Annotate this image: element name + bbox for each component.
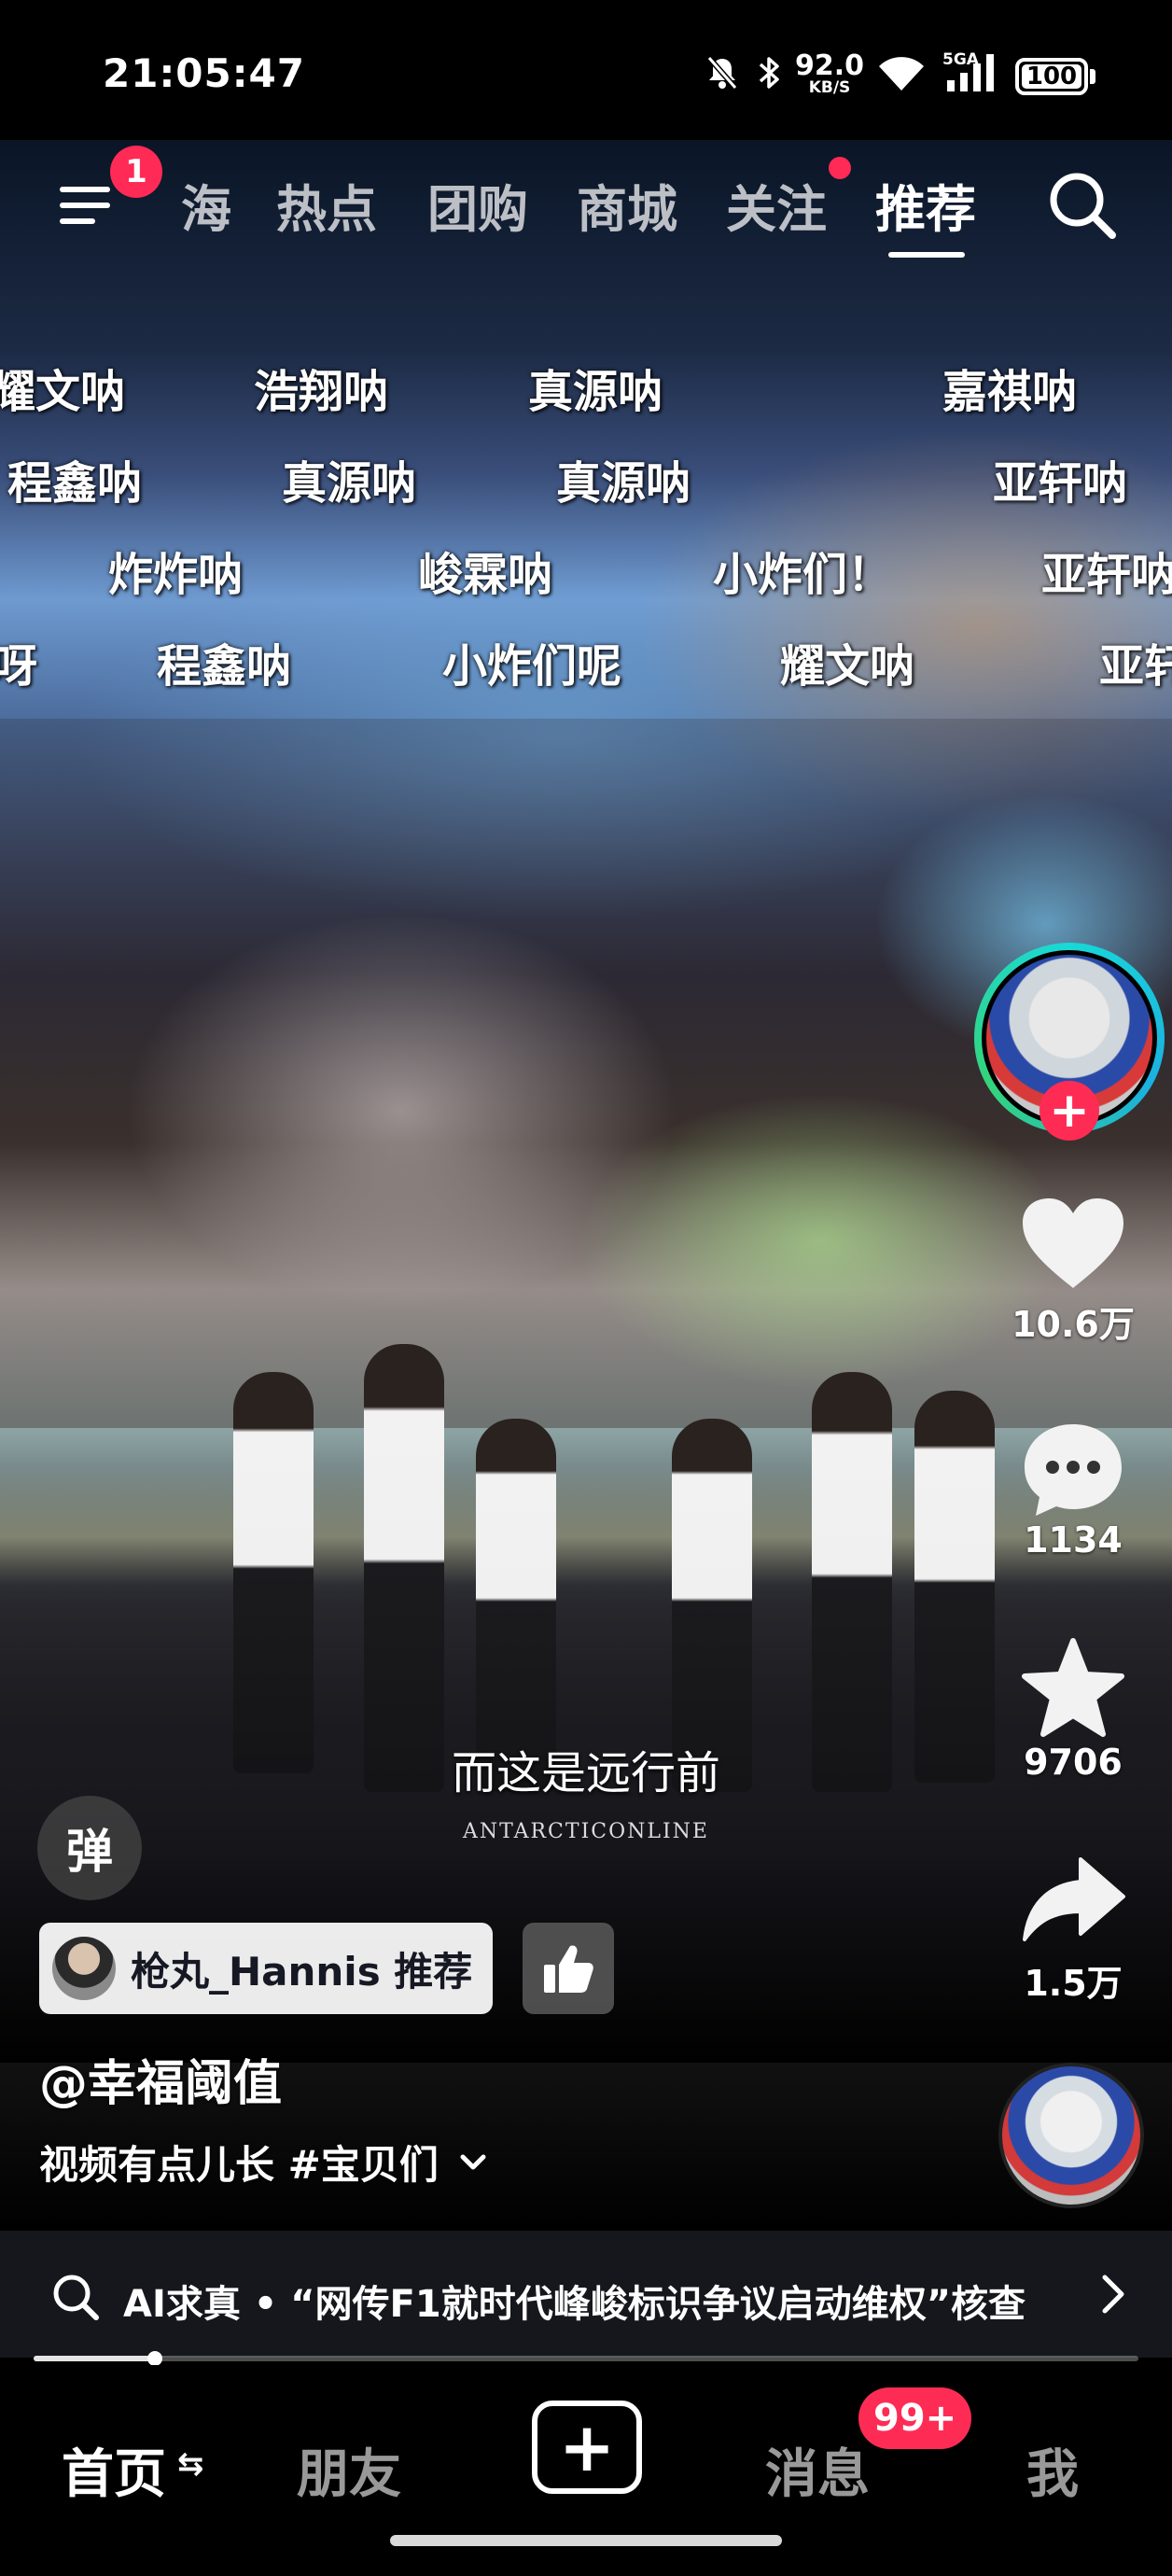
share-arrow-icon (1023, 1857, 1125, 1941)
danmaku-comment: 真源呐 (282, 457, 417, 510)
search-icon (50, 2272, 101, 2326)
video-caption[interactable]: 视频有点儿长 #宝贝们 (39, 2134, 487, 2191)
nav-messages[interactable]: 消息 (765, 2432, 870, 2508)
plus-icon: + (558, 2408, 616, 2486)
danmaku-comment: 亚轩呐 (993, 457, 1128, 510)
bluetooth-icon (754, 52, 786, 93)
ai-fact-check-text: AI求真 • “网传F1就时代峰峻标识争议启动维权”核查 (123, 2283, 1026, 2326)
active-tab-indicator (888, 252, 965, 258)
create-post-button[interactable]: + (532, 2401, 642, 2494)
danmaku-comment: 峻霖呐 (418, 549, 553, 601)
tab-group-buy[interactable]: 团购 (427, 168, 528, 242)
nav-home[interactable]: 首页 (62, 2432, 166, 2508)
danmaku-comment: 耀文呐 (0, 366, 126, 418)
comment-count: 1134 (1024, 1519, 1123, 1561)
chevron-right-icon (1099, 2274, 1127, 2318)
menu-notification-badge: 1 (110, 146, 162, 198)
tab-recommended[interactable]: 推荐 (875, 168, 976, 242)
caption-text: 视频有点儿长 #宝贝们 (39, 2142, 439, 2188)
performer (364, 1344, 444, 1792)
danmaku-comment: 嘉祺呐 (942, 366, 1078, 418)
heart-icon (1023, 1198, 1123, 1288)
status-time: 21:05:47 (103, 50, 305, 96)
video-watermark: ANTARCTICONLINE (463, 1820, 709, 1843)
home-indicator (390, 2535, 782, 2546)
mute-bell-icon (702, 52, 743, 93)
tab-trending[interactable]: 热点 (276, 168, 377, 242)
like-button[interactable]: 10.6万 (989, 1195, 1157, 1347)
search-icon[interactable] (1045, 168, 1120, 243)
video-progress-bar[interactable] (34, 2351, 1138, 2366)
tab-sea[interactable]: 海 (181, 168, 231, 242)
tab-following[interactable]: 关注 (726, 168, 827, 242)
cellular-signal-icon: 5GA (941, 50, 1000, 93)
danmaku-toggle-button[interactable]: 弹 (37, 1796, 142, 1900)
danmaku-comment: 耀文呐 (780, 640, 915, 693)
danmaku-comment: 炸炸呐 (108, 549, 244, 601)
danmaku-comment: 真源呐 (556, 457, 691, 510)
performer (812, 1372, 892, 1792)
recommend-thumbs-up-button[interactable] (523, 1923, 614, 2014)
danmaku-comment: 小炸们呢 (442, 640, 622, 693)
music-disc[interactable] (998, 2063, 1144, 2208)
share-button[interactable]: 1.5万 (989, 1854, 1157, 2006)
recommender-label: 枪丸_Hannis 推荐 (131, 1948, 473, 1995)
performer (233, 1372, 314, 1773)
danmaku-comment: 亚轩 (1099, 640, 1172, 693)
nav-friends[interactable]: 朋友 (297, 2432, 401, 2508)
video-subtitle: 而这是远行前 (451, 1747, 720, 1799)
home-switch-icon[interactable]: ⇆ (177, 2445, 204, 2483)
like-count: 10.6万 (1012, 1304, 1135, 1345)
ai-fact-check-bar[interactable]: AI求真 • “网传F1就时代峰峻标识争议启动维权”核查 (0, 2231, 1172, 2358)
danmaku-comment: 真源呐 (528, 366, 663, 418)
danmaku-comment: 呀 (0, 640, 38, 693)
menu-button[interactable] (54, 177, 119, 233)
danmaku-comment: 亚轩呐 (1041, 549, 1172, 601)
follow-plus-button[interactable]: + (1039, 1081, 1099, 1141)
video-progress-fill (34, 2356, 156, 2361)
bottom-navigation: 首页 ⇆ 朋友 + 消息 99+ 我 (0, 2365, 1172, 2576)
danmaku-comment: 程鑫呐 (7, 457, 143, 510)
tab-mall[interactable]: 商城 (577, 168, 677, 242)
recommender-avatar (52, 1937, 116, 2000)
following-dot-badge (829, 157, 851, 179)
battery-nub (1090, 69, 1095, 84)
chevron-down-icon[interactable] (459, 2153, 487, 2172)
thumbs-up-icon (544, 1945, 593, 1993)
wifi-icon (873, 52, 929, 93)
star-icon (1022, 1638, 1124, 1737)
nav-me[interactable]: 我 (1026, 2432, 1079, 2508)
battery-indicator: 100 (1015, 58, 1088, 95)
danmaku-comment: 程鑫呐 (157, 640, 292, 693)
video-progress-handle[interactable] (147, 2351, 163, 2366)
comment-button[interactable]: 1134 (989, 1419, 1157, 1561)
network-speed: 92.0 KB/S (795, 49, 865, 97)
recommender-chip[interactable]: 枪丸_Hannis 推荐 (39, 1923, 494, 2014)
top-navigation: 1 海 热点 团购 商城 关注 推荐 (0, 140, 1172, 271)
comment-bubble-icon (1025, 1424, 1122, 1516)
danmaku-comment: 浩翔呐 (254, 366, 389, 418)
status-bar: 21:05:47 92.0 KB/S 5GA 100 (0, 0, 1172, 140)
performer (914, 1391, 995, 1783)
author-name[interactable]: @幸福阈值 (39, 2044, 282, 2114)
messages-count-badge: 99+ (858, 2387, 972, 2449)
danmaku-comment: 小炸们！ (713, 549, 893, 601)
share-count: 1.5万 (1024, 1963, 1123, 2004)
